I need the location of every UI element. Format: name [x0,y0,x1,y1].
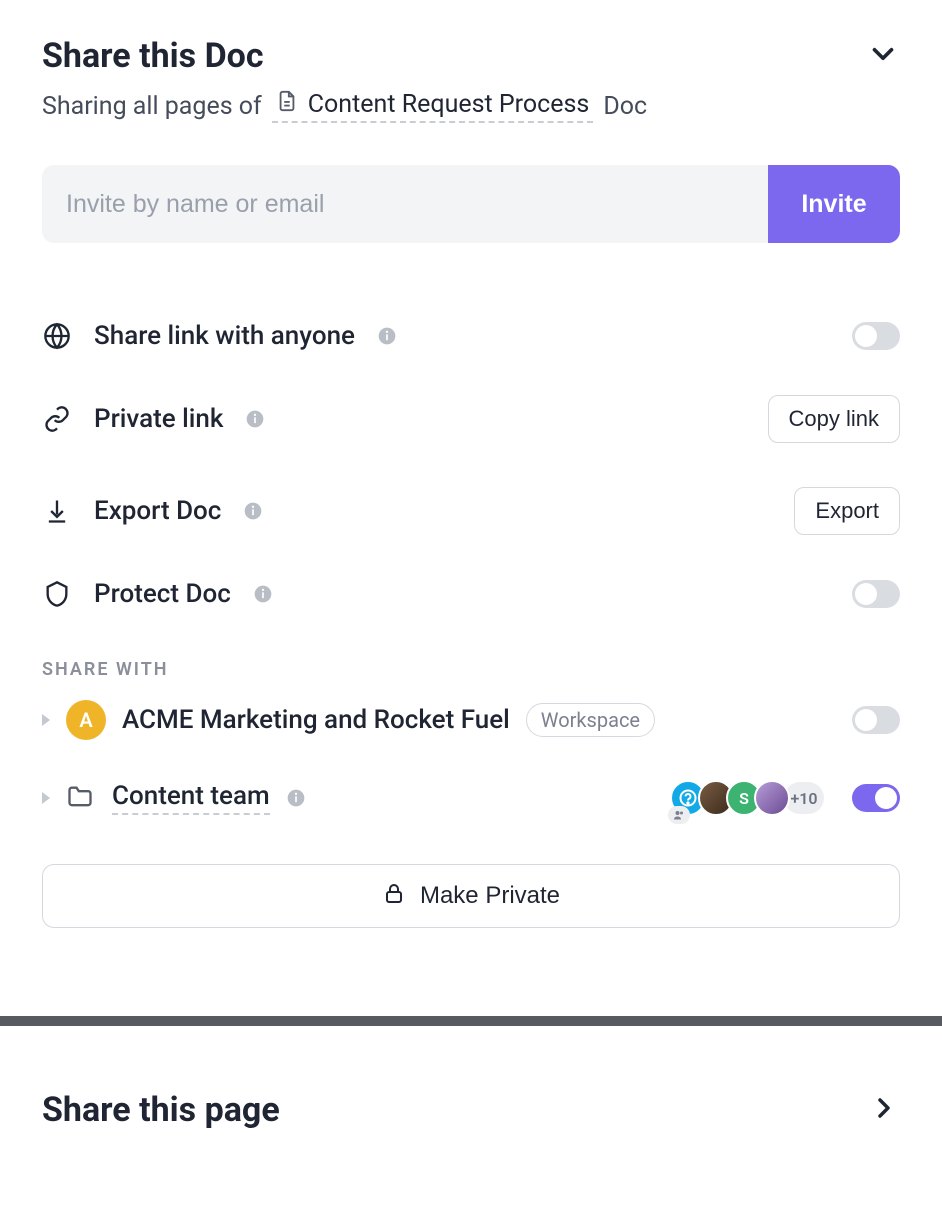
document-icon [276,90,298,119]
info-icon[interactable] [243,501,263,521]
folder-icon [66,783,96,813]
export-doc-label: Export Doc [94,496,221,526]
share-link-label: Share link with anyone [94,321,355,351]
info-icon[interactable] [253,584,273,604]
folder-share-toggle[interactable] [852,784,900,812]
share-with-heading: SHARE WITH [42,659,900,680]
info-icon[interactable] [245,409,265,429]
chevron-down-icon[interactable] [866,37,900,75]
lock-icon [382,881,406,912]
invite-button[interactable]: Invite [768,165,900,243]
workspace-name[interactable]: ACME Marketing and Rocket Fuel [122,705,510,735]
share-doc-subtitle: Sharing all pages of Content Request Pro… [42,90,900,123]
info-icon[interactable] [377,326,397,346]
section-divider [0,1016,942,1026]
protect-doc-label: Protect Doc [94,579,231,609]
doc-name: Content Request Process [308,90,590,119]
sub-suffix: Doc [603,92,647,121]
avatar-more-count[interactable]: +10 [784,782,824,814]
download-icon [42,496,72,526]
export-button[interactable]: Export [794,487,900,535]
workspace-avatar: A [66,700,106,740]
share-link-toggle[interactable] [852,322,900,350]
expand-caret-icon[interactable] [42,792,50,804]
info-icon[interactable] [286,788,306,808]
chevron-right-icon[interactable] [868,1092,900,1128]
folder-name[interactable]: Content team [112,781,270,815]
sub-prefix: Sharing all pages of [42,92,262,121]
private-link-label: Private link [94,404,223,434]
share-page-title: Share this page [42,1090,280,1130]
make-private-label: Make Private [420,882,560,910]
invite-input[interactable] [42,165,768,243]
people-sub-icon [668,806,690,824]
link-icon [42,404,72,434]
workspace-badge: Workspace [526,703,655,737]
workspace-share-toggle[interactable] [852,706,900,734]
make-private-button[interactable]: Make Private [42,864,900,928]
copy-link-button[interactable]: Copy link [768,395,900,443]
globe-icon [42,321,72,351]
shield-icon [42,579,72,609]
member-avatars[interactable]: S +10 [678,780,824,816]
avatar [754,780,790,816]
expand-caret-icon[interactable] [42,714,50,726]
doc-chip[interactable]: Content Request Process [272,90,594,123]
share-doc-title: Share this Doc [42,36,264,76]
protect-doc-toggle[interactable] [852,580,900,608]
